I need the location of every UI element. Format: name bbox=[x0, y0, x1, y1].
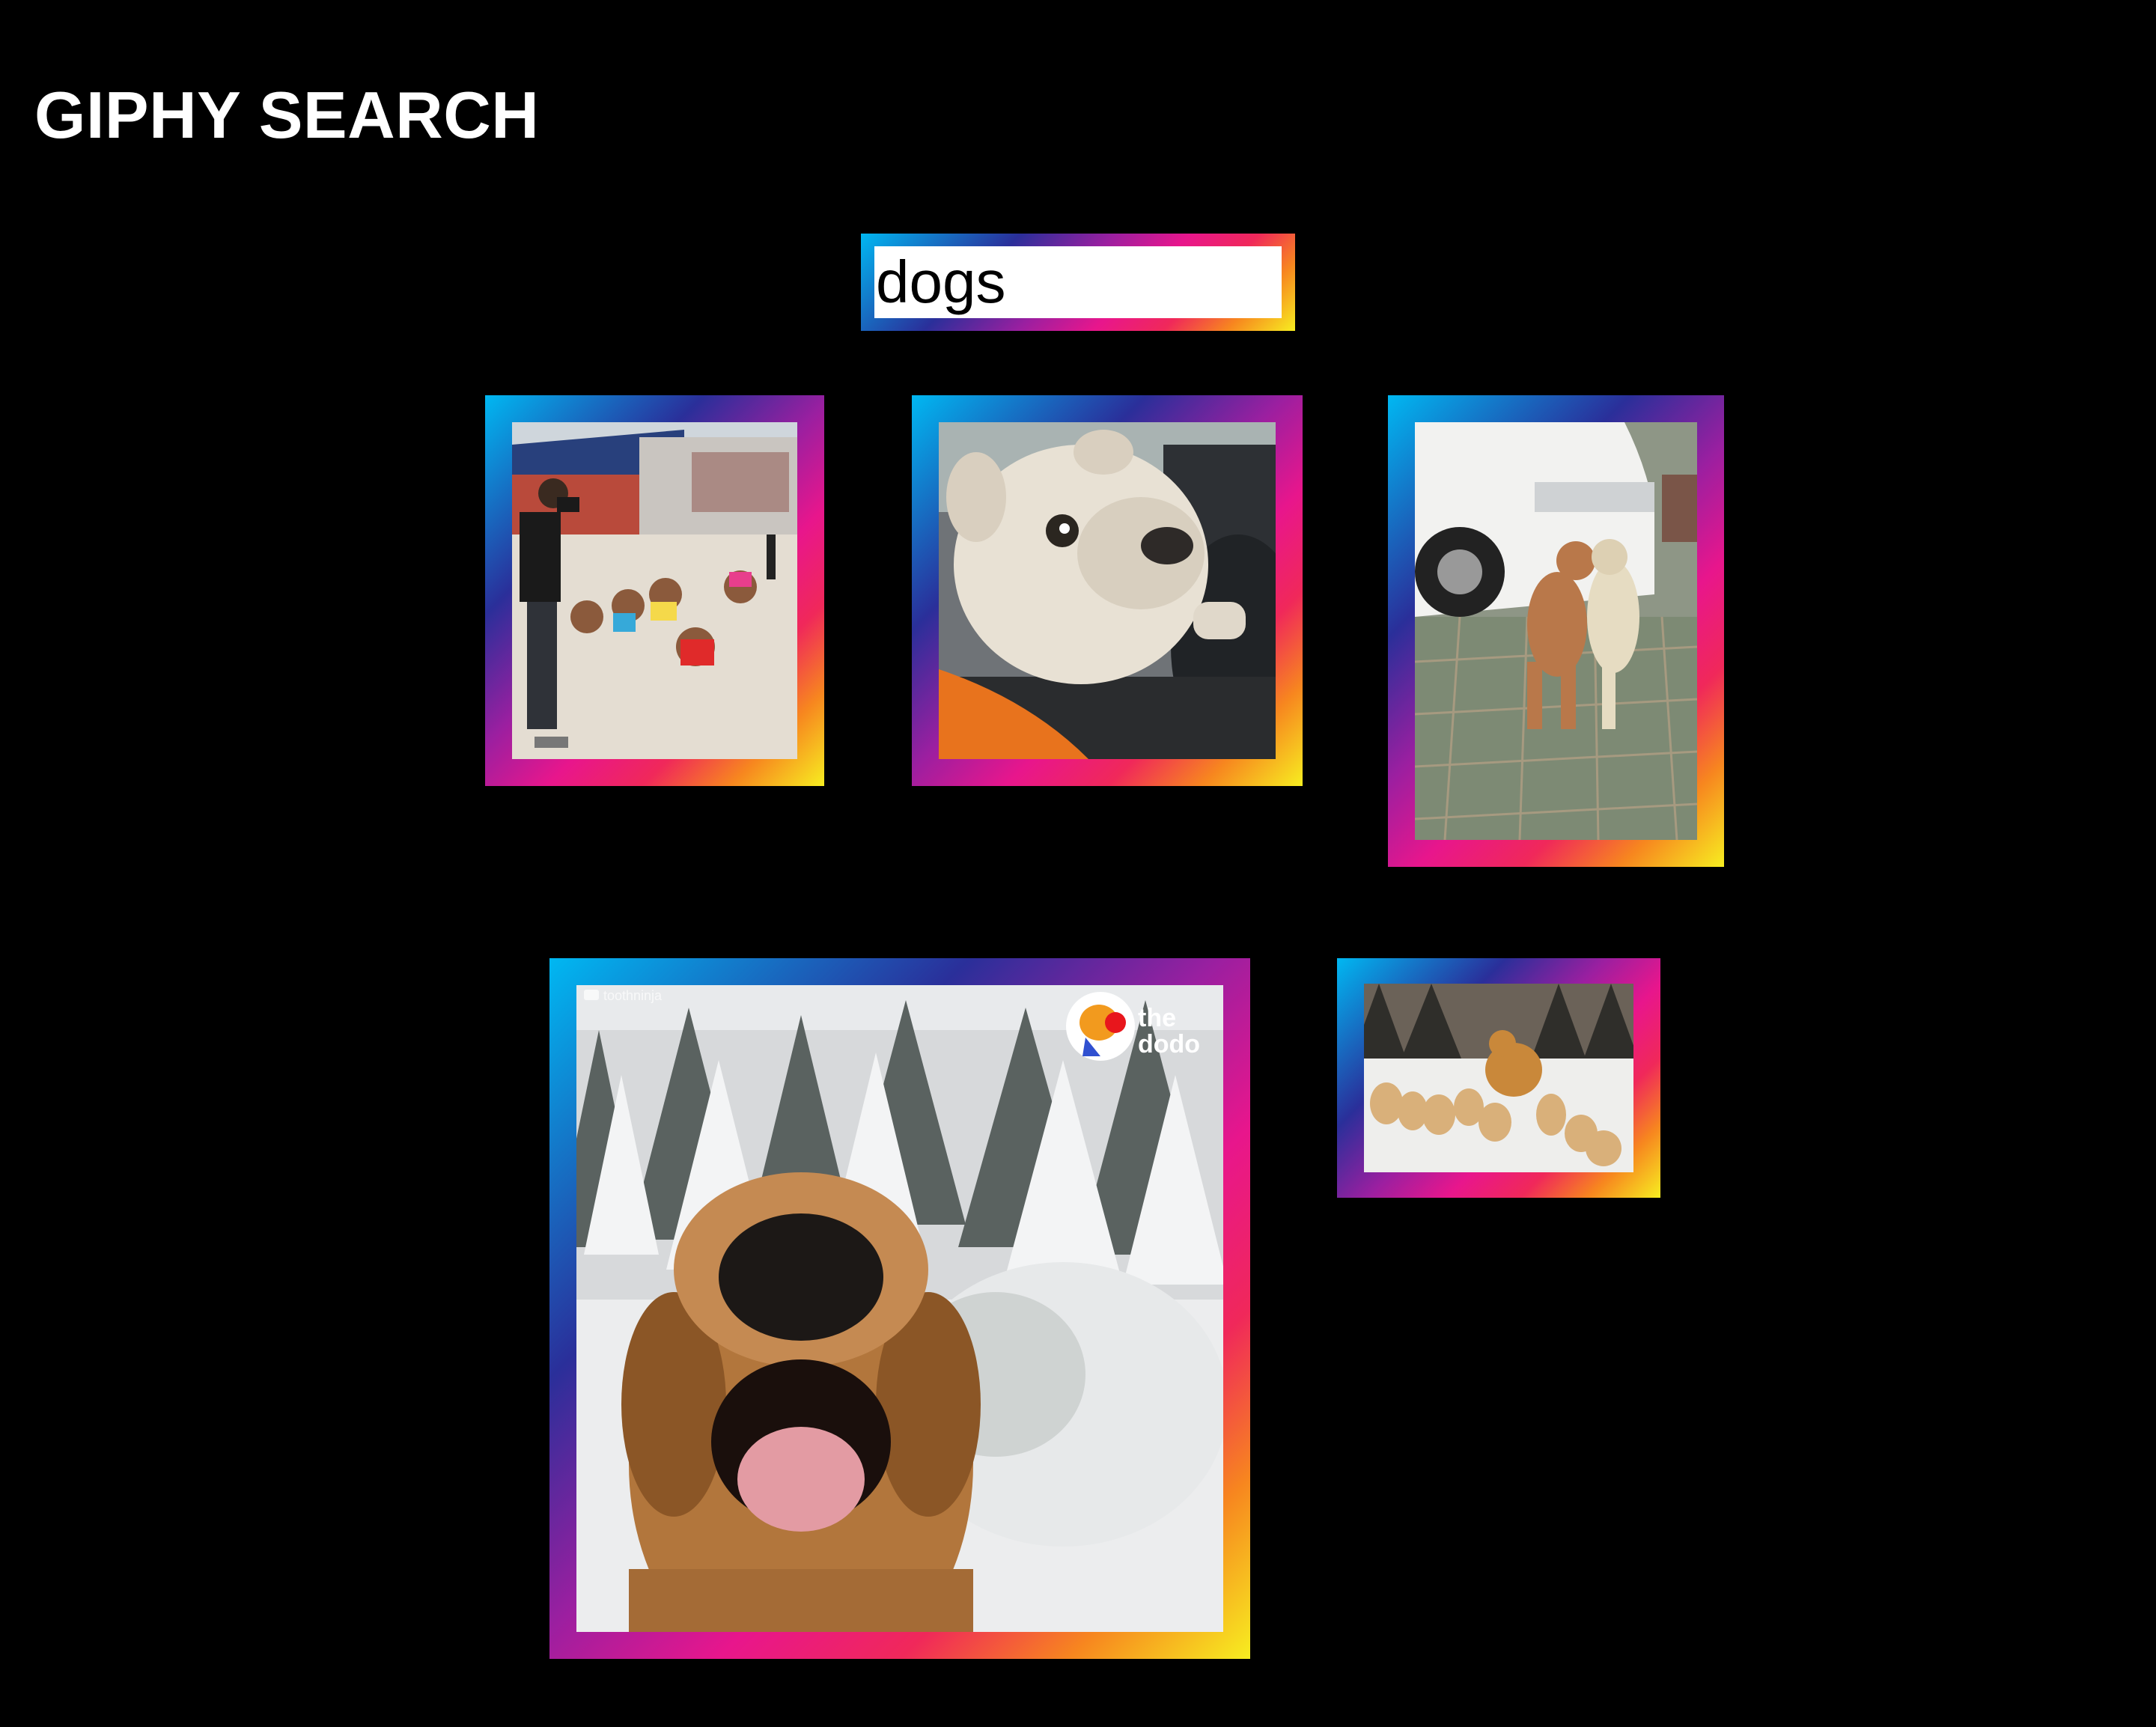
search-box-frame bbox=[861, 234, 1295, 331]
gif-result-2[interactable] bbox=[912, 395, 1303, 786]
gif-image-golden-puppies bbox=[1364, 984, 1633, 1172]
watermark-text: toothninja bbox=[603, 988, 663, 1003]
gif-result-4[interactable]: toothninja the dodo bbox=[549, 958, 1250, 1659]
dodo-logo-text-top: the bbox=[1138, 1004, 1176, 1032]
gif-result-5[interactable] bbox=[1337, 958, 1660, 1198]
gif-image-bulldog bbox=[939, 422, 1276, 759]
gif-image-poodles bbox=[512, 422, 797, 759]
gif-image-dogs-hugging bbox=[1415, 422, 1697, 840]
gif-result-3[interactable] bbox=[1388, 395, 1724, 867]
dodo-logo-text-bottom: dodo bbox=[1138, 1030, 1200, 1059]
gif-image-golden-snow: toothninja the dodo bbox=[576, 985, 1223, 1632]
search-input[interactable] bbox=[874, 246, 1282, 318]
page-title: GIPHY SEARCH bbox=[34, 78, 540, 152]
gif-result-1[interactable] bbox=[485, 395, 824, 786]
